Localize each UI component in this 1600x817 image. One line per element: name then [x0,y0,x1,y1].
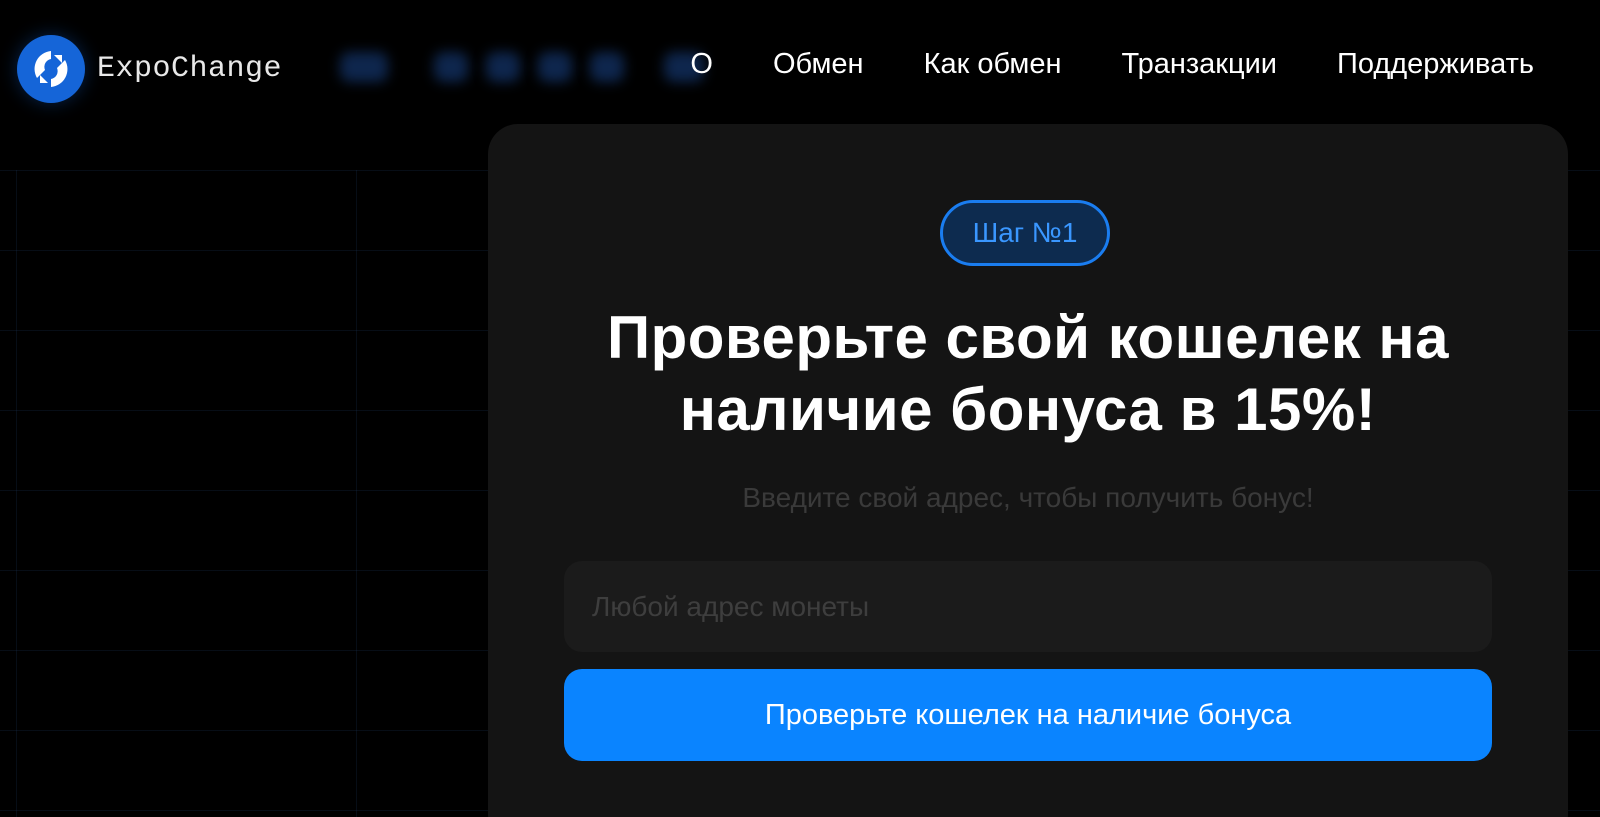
page: ExpoChange О Обмен Как обмен Транзакции … [0,0,1600,817]
nav-item-how-to-exchange[interactable]: Как обмен [924,48,1062,81]
card-title: Проверьте свой кошелек на наличие бонуса… [606,304,1449,443]
step-badge: Шаг №1 [940,200,1110,266]
nav-item-support[interactable]: Поддерживать [1337,48,1534,81]
bonus-check-card: Шаг №1 Проверьте свой кошелек на наличие… [488,124,1568,817]
nav-item-transactions[interactable]: Транзакции [1122,48,1277,81]
blurred-item [486,52,520,82]
blurred-nav-placeholder [340,50,722,84]
main-nav: О Обмен Как обмен Транзакции Поддерживат… [690,48,1534,81]
brand-name: ExpoChange [97,52,283,86]
brand-logo-link[interactable]: ExpoChange [17,35,282,103]
blurred-item [538,52,572,82]
blurred-item [340,52,388,82]
blurred-item [590,52,624,82]
check-wallet-button[interactable]: Проверьте кошелек на наличие бонуса [564,669,1492,761]
blurred-item [434,52,468,82]
card-subtitle: Введите свой адрес, чтобы получить бонус… [742,482,1314,513]
site-header: ExpoChange О Обмен Как обмен Транзакции … [0,0,1600,135]
nav-item-exchange[interactable]: Обмен [773,48,864,81]
nav-item-about[interactable]: О [690,48,713,81]
wallet-address-input[interactable] [564,561,1492,652]
expochange-logo-icon [17,35,85,103]
